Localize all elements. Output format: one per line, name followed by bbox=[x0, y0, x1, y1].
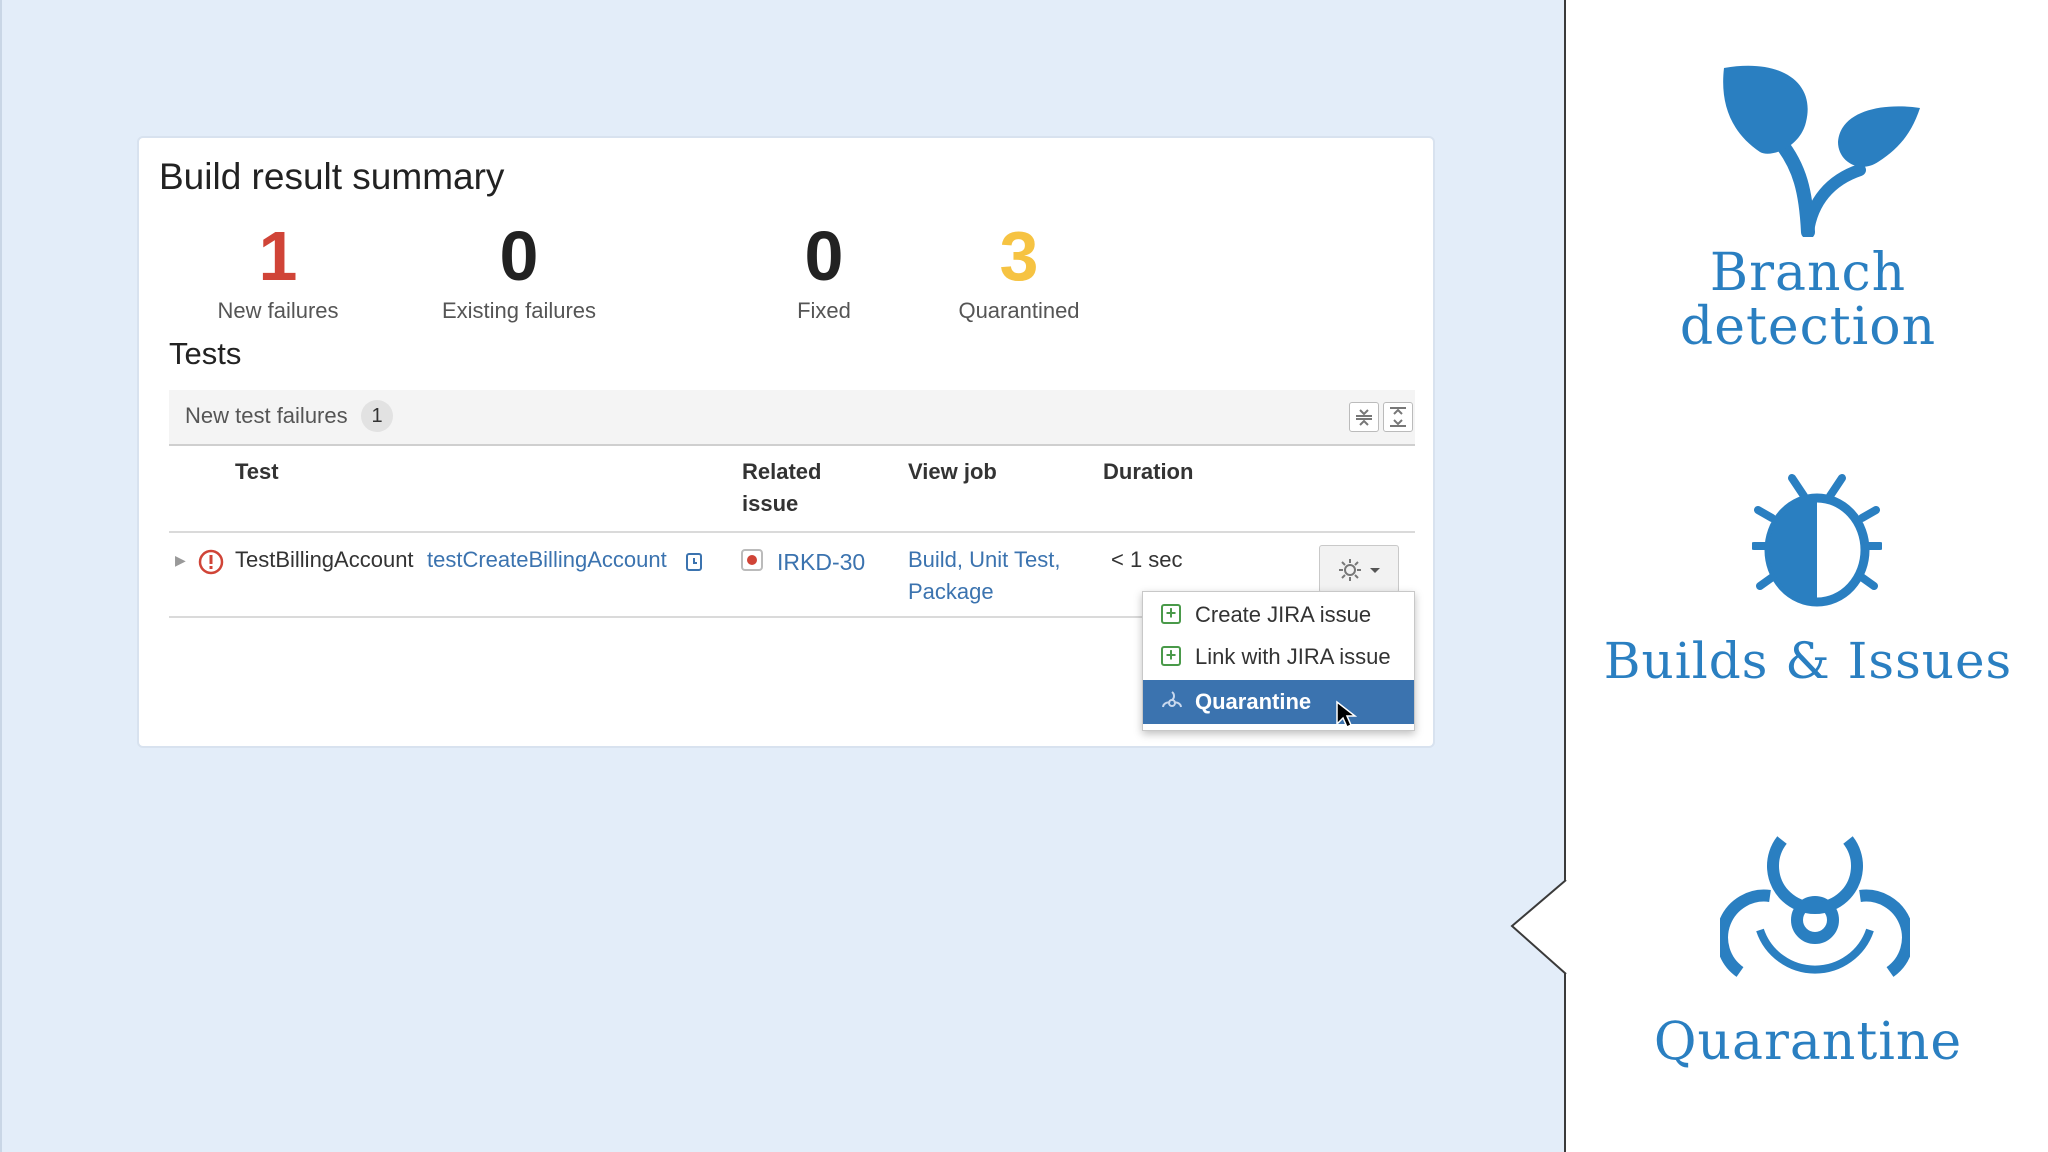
stat-new-failures[interactable]: 1 New failures bbox=[193, 216, 363, 324]
stat-label: New failures bbox=[217, 298, 339, 323]
menu-item-quarantine[interactable]: Quarantine bbox=[1143, 680, 1414, 729]
col-related-issue: Related issue bbox=[742, 456, 821, 520]
feature-branch-detection: Branch detection bbox=[1566, 246, 2048, 354]
view-job-line1[interactable]: Build, Unit Test, bbox=[908, 544, 1060, 576]
related-issue-link[interactable]: IRKD-30 bbox=[777, 546, 865, 578]
plus-icon: + bbox=[1161, 646, 1181, 666]
row-actions-button[interactable] bbox=[1319, 545, 1399, 593]
header-divider bbox=[169, 531, 1415, 533]
test-history-icon[interactable] bbox=[685, 549, 703, 581]
mouse-cursor-icon bbox=[1335, 700, 1358, 736]
stat-label: Quarantined bbox=[958, 298, 1080, 323]
feature-builds-issues: Builds & Issues bbox=[1603, 632, 2013, 690]
test-class-name: TestBillingAccount bbox=[235, 547, 414, 572]
stat-value: 0 bbox=[499, 217, 539, 295]
stat-existing-failures[interactable]: 0 Existing failures bbox=[409, 216, 629, 324]
new-test-failures-header: New test failures 1 bbox=[169, 390, 1415, 446]
stat-value: 1 bbox=[258, 217, 298, 295]
tests-heading: Tests bbox=[169, 336, 242, 371]
stat-value: 0 bbox=[804, 217, 844, 295]
view-job-links[interactable]: Build, Unit Test, Package bbox=[908, 544, 1060, 608]
sprout-icon bbox=[1723, 65, 1920, 237]
col-related-line1: Related bbox=[742, 459, 822, 484]
feature-quarantine: Quarantine bbox=[1653, 1012, 1963, 1072]
menu-item-label: Quarantine bbox=[1195, 689, 1312, 714]
stat-quarantined[interactable]: 3 Quarantined bbox=[919, 216, 1119, 324]
biohazard-icon bbox=[1720, 836, 1910, 977]
row-actions-menu: + Create JIRA issue + Link with JIRA iss… bbox=[1142, 591, 1415, 731]
gear-icon bbox=[1339, 559, 1380, 581]
biohazard-small-icon bbox=[1159, 689, 1185, 721]
feature-branch-line1: Branch bbox=[1709, 243, 1907, 303]
menu-item-link-jira-issue[interactable]: + Link with JIRA issue bbox=[1143, 636, 1414, 678]
summary-title: Build result summary bbox=[159, 156, 505, 197]
expand-row-icon[interactable]: ▶ bbox=[175, 544, 186, 576]
stat-fixed[interactable]: 0 Fixed bbox=[769, 216, 879, 324]
collapse-all-icon[interactable] bbox=[1349, 402, 1379, 432]
col-test: Test bbox=[235, 459, 279, 484]
duration-value: < 1 sec bbox=[1111, 547, 1183, 572]
failure-count-badge: 1 bbox=[361, 400, 393, 432]
col-duration: Duration bbox=[1103, 459, 1194, 484]
jira-bug-icon bbox=[740, 548, 764, 581]
menu-item-create-jira-issue[interactable]: + Create JIRA issue bbox=[1143, 594, 1414, 636]
panel-label: New test failures bbox=[185, 403, 348, 428]
feature-branch-line2: detection bbox=[1679, 297, 1937, 357]
menu-item-label: Link with JIRA issue bbox=[1195, 644, 1391, 669]
col-related-line2: issue bbox=[742, 491, 799, 516]
plus-icon: + bbox=[1161, 604, 1181, 624]
error-circle-icon bbox=[197, 548, 225, 585]
view-job-line2[interactable]: Package bbox=[908, 576, 1060, 608]
menu-item-label: Create JIRA issue bbox=[1195, 602, 1372, 627]
features-panel: Branch detection Builds & Issues Quarant… bbox=[1564, 0, 2048, 1152]
stat-label: Fixed bbox=[797, 298, 851, 323]
bug-icon bbox=[1752, 474, 1882, 607]
expand-all-icon[interactable] bbox=[1383, 402, 1413, 432]
test-method-link[interactable]: testCreateBillingAccount bbox=[427, 544, 667, 576]
stat-value: 3 bbox=[999, 217, 1039, 295]
col-view-job: View job bbox=[908, 459, 997, 484]
stat-label: Existing failures bbox=[441, 298, 597, 323]
